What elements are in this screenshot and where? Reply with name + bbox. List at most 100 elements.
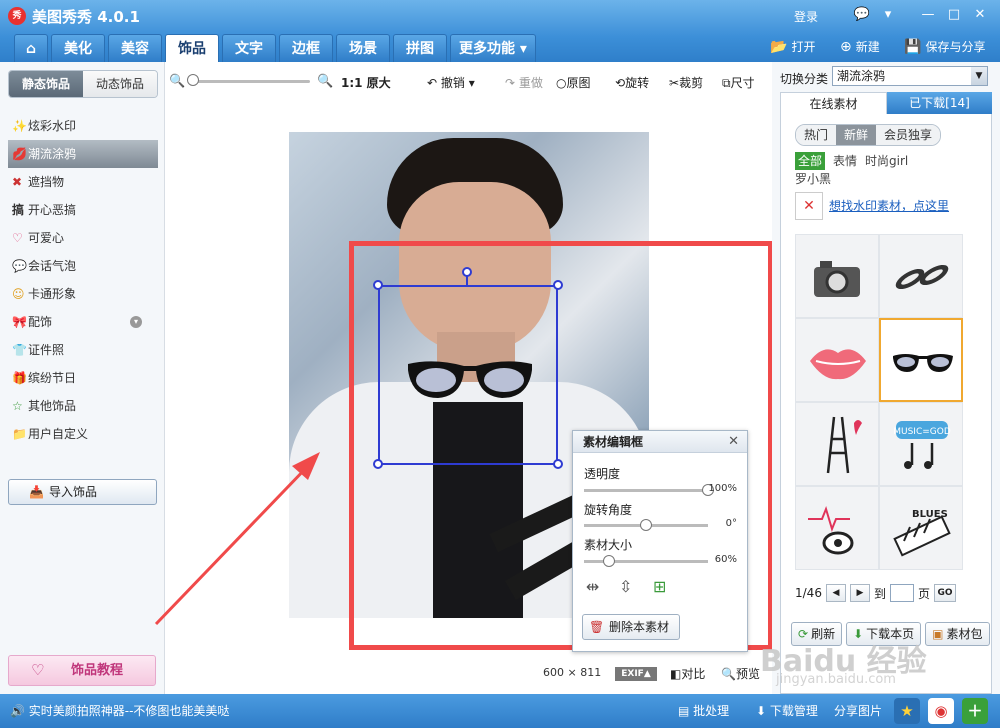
pill-hot[interactable]: 热门 [796, 125, 837, 145]
pill-vip[interactable]: 会员独享 [876, 125, 941, 145]
flip-vertical-icon[interactable]: ⇳ [619, 577, 632, 596]
subcategory-luo-xiaohei[interactable]: 罗小黑 [795, 170, 831, 188]
resize-button[interactable]: ⧉尺寸 [722, 74, 755, 91]
tab-dynamic-accessories[interactable]: 动态饰品 [83, 71, 157, 97]
original-button[interactable]: ○原图 [556, 74, 591, 91]
rotation-label: 旋转角度 [584, 503, 633, 517]
crop-button[interactable]: ✂裁剪 [669, 74, 703, 91]
feedback-icon[interactable]: 💬 [852, 6, 872, 24]
opacity-label: 透明度 [584, 467, 621, 481]
delete-sticker-button[interactable]: 🗑 删除本素材 [582, 614, 680, 640]
login-link[interactable]: 登录 [794, 8, 818, 25]
category-item-selected[interactable]: 💋 潮流涂鸦 [8, 140, 158, 168]
category-item[interactable]: 📁 用户自定义 [8, 420, 158, 448]
pill-new[interactable]: 新鲜 [836, 125, 877, 145]
weibo-icon[interactable]: ◉ [928, 698, 954, 724]
sticker-heartbeat[interactable] [795, 486, 879, 570]
rotation-slider-handle[interactable] [640, 519, 652, 531]
rotate-icon: ⟲ [615, 76, 626, 90]
sticker-eiffel-tower[interactable] [795, 402, 879, 486]
material-package-button[interactable]: ▣ 素材包 [925, 622, 990, 646]
open-button[interactable]: 📂 打开 [770, 38, 815, 55]
tab-border[interactable]: 边框 [279, 34, 333, 62]
menu-dropdown-icon[interactable]: ▾ [878, 6, 898, 24]
tab-collage[interactable]: 拼图 [393, 34, 447, 62]
category-item[interactable]: 🎀 配饰 ▾ [8, 308, 158, 336]
package-icon: ▣ [932, 627, 944, 641]
tab-scene[interactable]: 场景 [336, 34, 390, 62]
share-image-button[interactable]: 分享图片 [834, 702, 882, 719]
sticker-camera[interactable] [795, 234, 879, 318]
close-icon[interactable]: ✕ [728, 434, 739, 449]
go-button[interactable]: GO [933, 584, 956, 602]
zoom-slider-handle[interactable] [187, 74, 199, 86]
category-item[interactable]: ✨ 炫彩水印 [8, 112, 158, 140]
subcategory-emoji[interactable]: 表情 [833, 152, 857, 170]
zoom-in-icon[interactable]: 🔍 [317, 74, 333, 89]
category-item[interactable]: ☆ 其他饰品 [8, 392, 158, 420]
tab-home[interactable]: ⌂ [14, 34, 48, 62]
exif-button[interactable]: EXIF▲ [615, 667, 657, 681]
import-accessory-button[interactable]: 📥 导入饰品 [8, 479, 157, 505]
maximize-icon[interactable]: □ [944, 6, 964, 24]
page-input[interactable] [889, 584, 914, 602]
sticker-glasses-selected[interactable] [879, 318, 963, 402]
download-page-button[interactable]: ⬇ 下载本页 [846, 622, 922, 646]
tab-downloaded[interactable]: 已下载[14] [887, 92, 992, 114]
folder-icon: 📂 [770, 38, 788, 55]
preview-button[interactable]: 🔍预览 [721, 665, 760, 682]
star-icon[interactable]: ★ [894, 698, 920, 724]
sticker-music-god[interactable]: MUSIC=GOD [879, 402, 963, 486]
category-item[interactable]: 💬 会话气泡 [8, 252, 158, 280]
image-dimensions: 600 × 811 [543, 666, 602, 679]
zoom-slider[interactable] [190, 80, 310, 83]
tab-more-features[interactable]: 更多功能 ▾ [450, 34, 536, 62]
sticker-blues-piano[interactable]: BLUES [879, 486, 963, 570]
tab-beautify[interactable]: 美化 [51, 34, 105, 62]
watermark-materials-link[interactable]: 想找水印素材，点这里 [829, 197, 949, 214]
redo-button[interactable]: ↷ 重做 [505, 74, 543, 91]
page-indicator: 1/46 [795, 586, 822, 600]
opacity-slider[interactable] [584, 489, 708, 492]
category-item[interactable]: ✖ 遮挡物 [8, 168, 158, 196]
tab-accessories[interactable]: 饰品 [165, 34, 219, 62]
save-share-button[interactable]: 💾 保存与分享 [904, 38, 985, 55]
rotate-button[interactable]: ⟲旋转 [615, 74, 649, 91]
tab-beauty[interactable]: 美容 [108, 34, 162, 62]
category-item[interactable]: ☺ 卡通形象 [8, 280, 158, 308]
sticker-lips[interactable] [795, 318, 879, 402]
category-item[interactable]: 👕 证件照 [8, 336, 158, 364]
close-icon[interactable]: ✕ [970, 6, 990, 24]
save-icon: 💾 [904, 38, 922, 55]
category-item[interactable]: 搞开心恶搞 [8, 196, 158, 224]
pager: 1/46 ◀ ▶ 到 页 GO [795, 584, 956, 602]
piano-icon: BLUES [893, 509, 951, 557]
plus-icon[interactable]: ＋ [962, 698, 988, 724]
batch-process-button[interactable]: ▤ 批处理 [678, 702, 729, 719]
category-item[interactable]: ♡ 可爱心 [8, 224, 158, 252]
status-promo-link[interactable]: 🔊 实时美颜拍照神器--不修图也能美美哒 [10, 702, 229, 719]
tab-online-materials[interactable]: 在线素材 [780, 92, 887, 114]
flip-horizontal-icon[interactable]: ⇹ [586, 577, 599, 596]
minimize-icon[interactable]: — [918, 6, 938, 24]
tab-text[interactable]: 文字 [222, 34, 276, 62]
category-select[interactable]: 潮流涂鸦 ▼ [832, 66, 988, 86]
compare-button[interactable]: ◧对比 [670, 665, 705, 682]
actual-size-button[interactable]: 1:1 原大 [341, 74, 391, 91]
subcategory-fashion-girl[interactable]: 时尚girl [865, 152, 908, 170]
new-button[interactable]: ⊕ 新建 [840, 38, 880, 55]
undo-button[interactable]: ↶ 撤销 ▾ [427, 74, 475, 91]
tab-static-accessories[interactable]: 静态饰品 [9, 71, 83, 97]
sticker-shoes[interactable] [879, 234, 963, 318]
category-item[interactable]: 🎁 缤纷节日 [8, 364, 158, 392]
refresh-button[interactable]: ⟳ 刷新 [791, 622, 843, 646]
size-slider-handle[interactable] [602, 555, 615, 567]
accessory-tutorial-button[interactable]: ♡ 饰品教程 [8, 655, 156, 686]
download-manager-button[interactable]: ⬇ 下载管理 [756, 702, 818, 719]
copy-add-icon[interactable]: ⊞ [653, 577, 666, 596]
chevron-down-icon[interactable]: ▾ [130, 316, 142, 328]
zoom-out-icon[interactable]: 🔍 [169, 74, 185, 89]
subcategory-all[interactable]: 全部 [795, 152, 826, 170]
prev-page-icon[interactable]: ◀ [825, 584, 846, 602]
next-page-icon[interactable]: ▶ [849, 584, 870, 602]
